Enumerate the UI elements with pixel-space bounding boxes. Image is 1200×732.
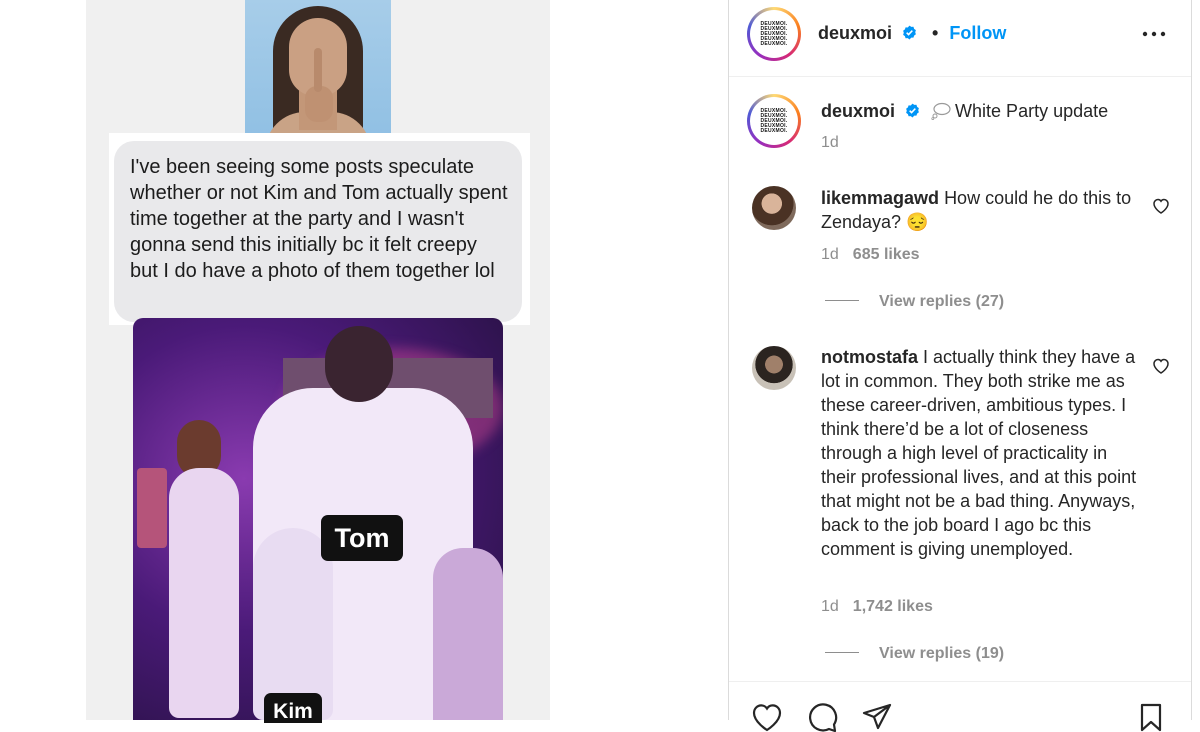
follow-button[interactable]: Follow — [949, 23, 1006, 43]
share-icon[interactable] — [861, 702, 893, 732]
party-photo — [133, 318, 503, 720]
comment-likes[interactable]: 685 likes — [853, 246, 920, 263]
replies-divider — [825, 300, 859, 301]
view-replies-button[interactable]: View replies (27) — [825, 293, 1004, 311]
caption-time[interactable]: 1d — [821, 134, 839, 152]
verified-icon — [906, 103, 919, 118]
reaction-image — [245, 0, 391, 147]
post-header: DEUXMOI. DEUXMOI. DEUXMOI. DEUXMOI. DEUXMOI.… — [729, 0, 1191, 77]
verified-icon — [903, 25, 916, 40]
header-user-line: deuxmoi • Follow — [818, 22, 1006, 44]
post-media[interactable]: I've been seeing some posts speculate wh… — [0, 0, 728, 723]
header-username[interactable]: deuxmoi — [818, 23, 892, 43]
view-replies-button[interactable]: View replies (19) — [825, 645, 1004, 663]
caption-username[interactable]: deuxmoi — [821, 101, 895, 121]
more-icon[interactable] — [1141, 24, 1167, 44]
replies-divider — [825, 652, 859, 653]
comment-meta: 1d 685 likes — [821, 246, 920, 264]
photo-label-tom: Tom — [321, 515, 403, 561]
comment-body: notmostafa I actually think they have a … — [821, 345, 1141, 561]
comment-time[interactable]: 1d — [821, 598, 839, 615]
comment-icon[interactable] — [807, 702, 839, 732]
caption-avatar[interactable]: DEUXMOI. DEUXMOI. DEUXMOI. DEUXMOI. DEUXMOI. — [747, 94, 801, 148]
separator-dot: • — [932, 23, 939, 43]
avatar-logo-text: DEUXMOI. DEUXMOI. DEUXMOI. DEUXMOI. DEUXMOI. — [760, 20, 788, 47]
thought-bubble-icon — [931, 102, 951, 120]
comment-body: likemmagawd How could he do this to Zend… — [821, 186, 1141, 234]
post-sidebar: DEUXMOI. DEUXMOI. DEUXMOI. DEUXMOI. DEUXMOI.… — [728, 0, 1192, 732]
action-bar — [729, 681, 1191, 732]
caption-avatar-logo-text: DEUXMOI. DEUXMOI. DEUXMOI. DEUXMOI. DEUXMOI. — [760, 107, 788, 134]
comment-username[interactable]: notmostafa — [821, 347, 918, 367]
view-replies-label: View replies (27) — [879, 293, 1005, 310]
caption-text: White Party update — [955, 101, 1109, 121]
comment-time[interactable]: 1d — [821, 246, 839, 263]
comment-avatar[interactable] — [752, 186, 796, 230]
message-text: I've been seeing some posts speculate wh… — [130, 156, 508, 282]
comment-likes[interactable]: 1,742 likes — [853, 598, 933, 615]
photo-label-kim: Kim — [264, 693, 322, 723]
bookmark-icon[interactable] — [1135, 702, 1167, 732]
comment-text: I actually think they have a lot in comm… — [821, 347, 1137, 559]
heart-icon[interactable] — [1152, 358, 1170, 374]
heart-icon[interactable] — [1152, 198, 1170, 214]
view-replies-label: View replies (19) — [879, 645, 1005, 662]
caption: deuxmoi White Party update — [821, 100, 1171, 122]
comment-meta: 1d 1,742 likes — [821, 598, 933, 616]
avatar[interactable]: DEUXMOI. DEUXMOI. DEUXMOI. DEUXMOI. DEUXMOI. — [747, 7, 801, 61]
comment-username[interactable]: likemmagawd — [821, 188, 939, 208]
comment-avatar[interactable] — [752, 346, 796, 390]
like-heart-icon[interactable] — [751, 702, 783, 732]
